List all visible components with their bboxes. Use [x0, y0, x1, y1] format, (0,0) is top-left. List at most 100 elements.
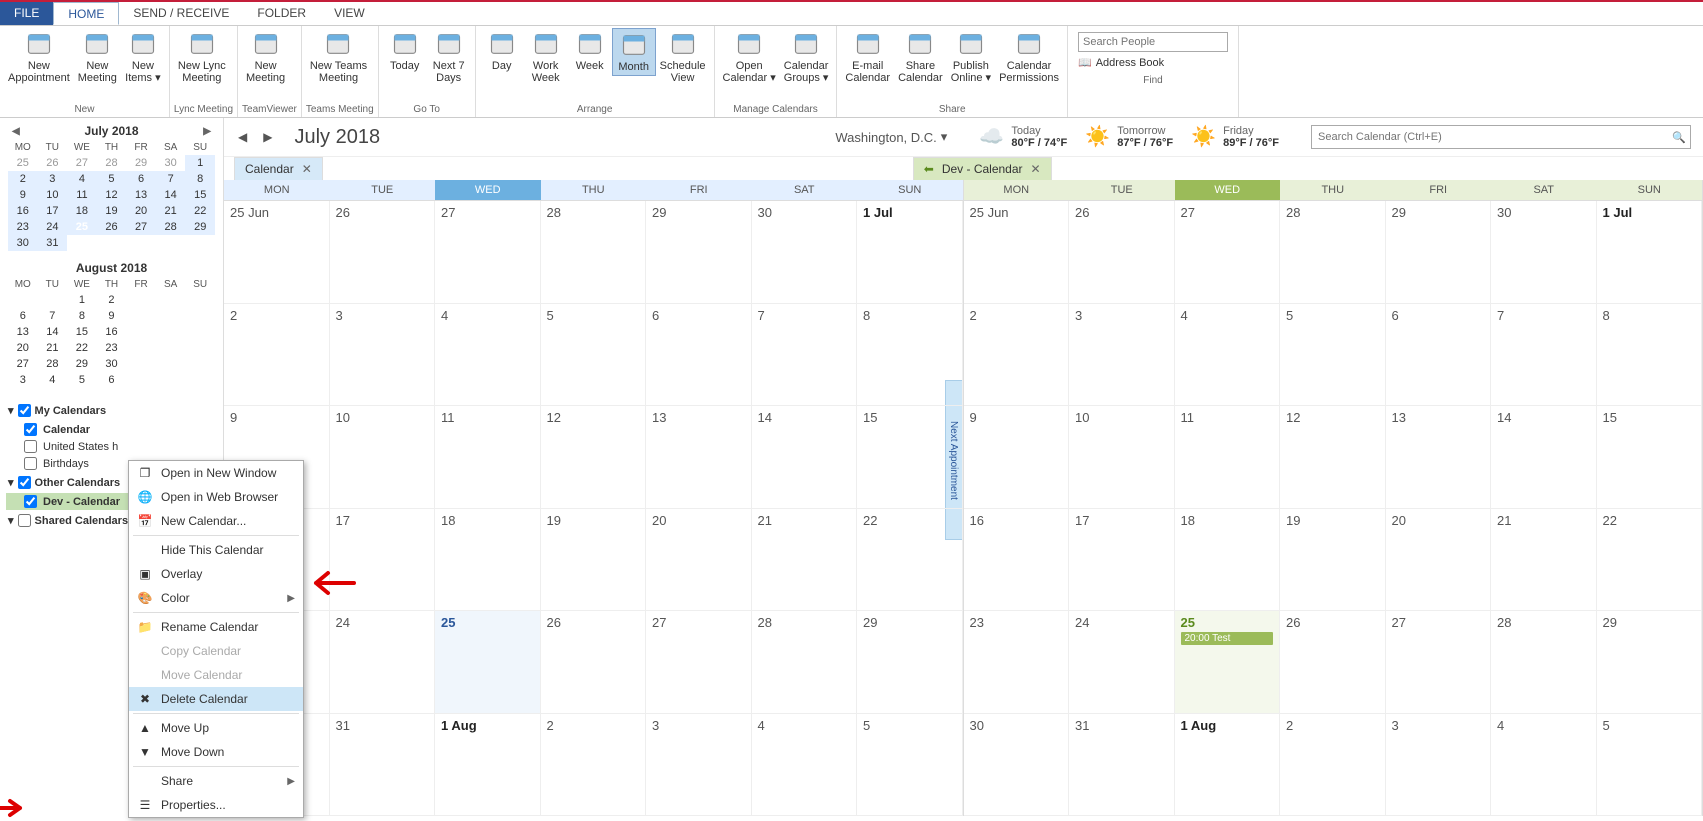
day-cell[interactable]: 24 — [1069, 611, 1175, 714]
day-cell[interactable]: 3 — [1069, 304, 1175, 407]
arr-day[interactable]: Day — [480, 28, 524, 74]
day-cell[interactable]: 4 — [1491, 714, 1597, 817]
day-cell[interactable]: 26 — [1069, 201, 1175, 304]
minical-day[interactable]: 30 — [156, 155, 186, 171]
day-cell[interactable]: 2 — [1280, 714, 1386, 817]
day-cell[interactable]: 20 — [1386, 509, 1492, 612]
day-cell[interactable]: 12 — [1280, 406, 1386, 509]
day-cell[interactable]: 6 — [646, 304, 752, 407]
month-prev[interactable]: ◀ — [236, 130, 249, 144]
day-cell[interactable]: 27 — [646, 611, 752, 714]
minical-day[interactable]: 29 — [126, 155, 156, 171]
minical-day[interactable]: 8 — [185, 171, 215, 187]
ctx-share[interactable]: Share▶ — [129, 769, 303, 793]
minical-day[interactable]: 18 — [67, 203, 97, 219]
day-cell[interactable]: 1 Aug — [435, 714, 541, 817]
minical-day[interactable]: 13 — [8, 324, 38, 340]
minical-day[interactable]: 15 — [67, 324, 97, 340]
day-cell[interactable]: 31 — [330, 714, 436, 817]
day-cell[interactable]: 20 — [646, 509, 752, 612]
day-cell[interactable]: 25 Jun — [964, 201, 1070, 304]
day-cell[interactable]: 15 — [1597, 406, 1703, 509]
day-cell[interactable]: 26 — [541, 611, 647, 714]
day-cell[interactable]: 2 — [541, 714, 647, 817]
day-cell[interactable]: 21 — [1491, 509, 1597, 612]
day-cell[interactable]: 22 — [857, 509, 963, 612]
day-cell[interactable]: 8 — [1597, 304, 1703, 407]
share-calendar[interactable]: ShareCalendar — [894, 28, 947, 86]
day-cell[interactable]: 30 — [1491, 201, 1597, 304]
tab-home[interactable]: HOME — [53, 2, 119, 25]
goto-next7[interactable]: Next 7Days — [427, 28, 471, 86]
minical-day[interactable]: 2 — [97, 292, 127, 308]
new-appointment[interactable]: NewAppointment — [4, 28, 74, 86]
cal-section-my-calendars[interactable]: ▾ My Calendars — [6, 400, 217, 421]
minical-day[interactable]: 31 — [38, 235, 68, 251]
arr-week[interactable]: Week — [568, 28, 612, 74]
minical-day[interactable]: 25 — [8, 155, 38, 171]
minical-day[interactable]: 26 — [97, 219, 127, 235]
day-cell[interactable]: 9 — [964, 406, 1070, 509]
minical-day[interactable]: 28 — [38, 356, 68, 372]
tab-folder[interactable]: FOLDER — [243, 2, 320, 25]
day-cell[interactable]: 25 Jun — [224, 201, 330, 304]
day-cell[interactable]: 27 — [435, 201, 541, 304]
open-calendar[interactable]: OpenCalendar ▾ — [719, 28, 780, 86]
minical-day[interactable]: 28 — [97, 155, 127, 171]
month-next[interactable]: ▶ — [261, 130, 274, 144]
minical-day[interactable]: 15 — [185, 187, 215, 203]
close-icon[interactable]: ✕ — [1031, 162, 1041, 176]
calendar-tab-dev-calendar[interactable]: ⬅ Dev - Calendar✕ — [913, 157, 1052, 180]
minical-day[interactable]: 27 — [67, 155, 97, 171]
day-cell[interactable]: 4 — [435, 304, 541, 407]
day-cell[interactable]: 24 — [330, 611, 436, 714]
minical-day[interactable]: 30 — [97, 356, 127, 372]
minical-day[interactable]: 2 — [8, 171, 38, 187]
minical-day[interactable]: 19 — [97, 203, 127, 219]
location[interactable]: Washington, D.C. ▾ — [835, 129, 947, 145]
tab-send-receive[interactable]: SEND / RECEIVE — [119, 2, 243, 25]
day-cell[interactable]: 5 — [541, 304, 647, 407]
day-cell[interactable]: 21 — [752, 509, 858, 612]
day-cell[interactable]: 23 — [964, 611, 1070, 714]
minical-day[interactable]: 16 — [8, 203, 38, 219]
tab-view[interactable]: VIEW — [320, 2, 379, 25]
day-cell[interactable]: 29 — [857, 611, 963, 714]
new-items[interactable]: NewItems ▾ — [121, 28, 165, 86]
ctx-hide-this-calendar[interactable]: Hide This Calendar — [129, 538, 303, 562]
minical-next[interactable]: ▶ — [203, 126, 211, 137]
day-cell[interactable]: 28 — [752, 611, 858, 714]
minical-day[interactable]: 27 — [8, 356, 38, 372]
minical-day[interactable]: 23 — [8, 219, 38, 235]
minical-day[interactable]: 21 — [156, 203, 186, 219]
ctx-delete-calendar[interactable]: ✖Delete Calendar — [129, 687, 303, 711]
ctx-color[interactable]: 🎨Color▶ — [129, 586, 303, 610]
day-cell[interactable]: 7 — [752, 304, 858, 407]
day-cell[interactable]: 11 — [435, 406, 541, 509]
day-cell[interactable]: 5 — [1597, 714, 1703, 817]
ctx-properties[interactable]: ☰Properties... — [129, 793, 303, 817]
ctx-open-in-web-browser[interactable]: 🌐Open in Web Browser — [129, 485, 303, 509]
address-book-button[interactable]: 📖Address Book — [1078, 56, 1228, 69]
day-cell[interactable]: 22 — [1597, 509, 1703, 612]
day-cell[interactable]: 5 — [857, 714, 963, 817]
day-cell[interactable]: 4 — [1175, 304, 1281, 407]
day-cell[interactable]: 6 — [1386, 304, 1492, 407]
minical-day[interactable]: 26 — [38, 155, 68, 171]
minical-day[interactable]: 8 — [67, 308, 97, 324]
minical-day[interactable]: 20 — [8, 340, 38, 356]
tab-file[interactable]: FILE — [0, 2, 53, 25]
ctx-overlay[interactable]: ▣Overlay — [129, 562, 303, 586]
ctx-open-in-new-window[interactable]: ❐Open in New Window — [129, 461, 303, 485]
minical-day[interactable]: 27 — [126, 219, 156, 235]
arr-schedule[interactable]: ScheduleView — [656, 28, 710, 86]
day-cell[interactable]: 2 — [224, 304, 330, 407]
minical-day[interactable]: 22 — [185, 203, 215, 219]
day-cell[interactable]: 3 — [330, 304, 436, 407]
email-calendar[interactable]: E-mailCalendar — [841, 28, 894, 86]
minical-day[interactable]: 9 — [8, 187, 38, 203]
minical-day[interactable]: 6 — [126, 171, 156, 187]
search-calendar-input[interactable] — [1318, 131, 1684, 143]
minical-prev[interactable]: ◀ — [12, 126, 20, 137]
calendar-item[interactable]: United States h — [6, 438, 217, 455]
